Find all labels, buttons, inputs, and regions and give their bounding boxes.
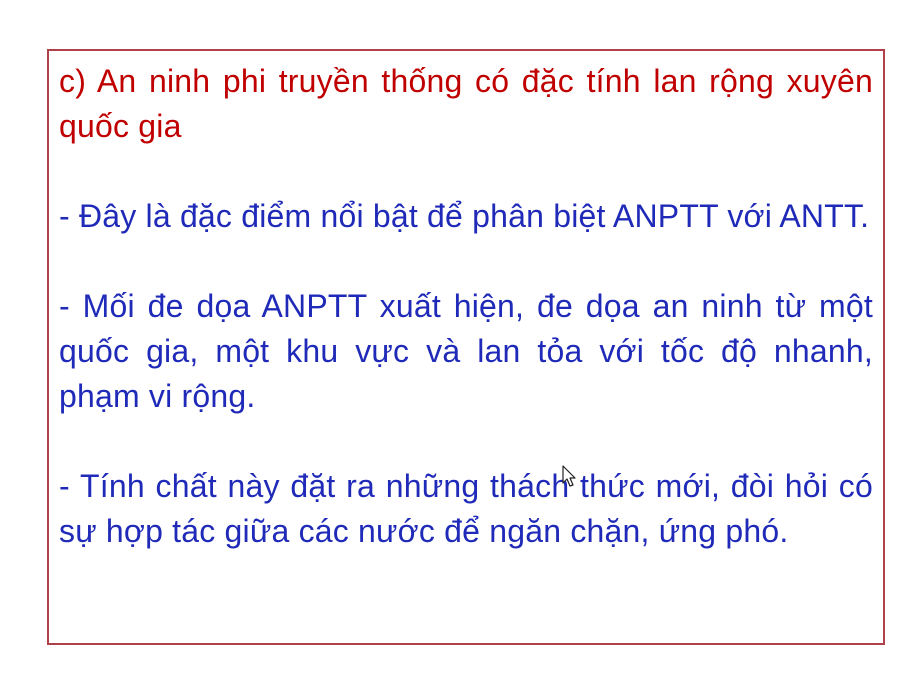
slide-content-box: c) An ninh phi truyền thống có đặc tính … — [47, 49, 885, 645]
paragraph-distinguishing-feature: - Đây là đặc điểm nổi bật để phân biệt A… — [59, 198, 870, 234]
slide-heading: c) An ninh phi truyền thống có đặc tính … — [59, 63, 873, 144]
slide-text-area: c) An ninh phi truyền thống có đặc tính … — [59, 59, 873, 554]
paragraph-threat-spread: - Mối đe dọa ANPTT xuất hiện, đe dọa an … — [59, 288, 873, 414]
paragraph-cooperation-challenge: - Tính chất này đặt ra những thách thức … — [59, 468, 873, 549]
mouse-pointer-icon — [562, 465, 576, 487]
